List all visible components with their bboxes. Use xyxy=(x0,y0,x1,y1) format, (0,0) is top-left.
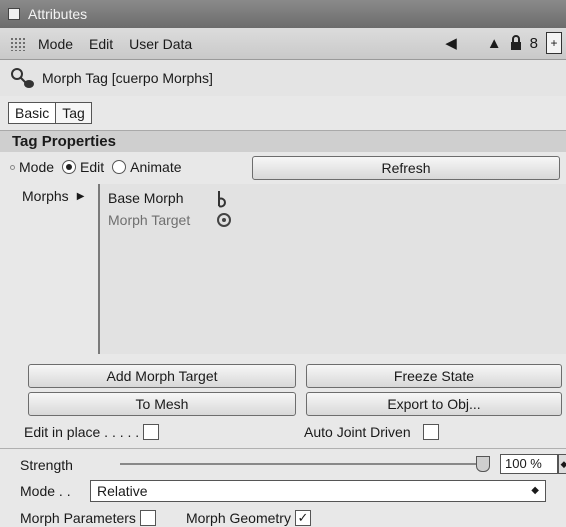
morph-item-label: Base Morph xyxy=(108,190,184,206)
morph-item-label: Morph Target xyxy=(108,212,191,228)
menu-edit[interactable]: Edit xyxy=(89,36,113,52)
strength-slider[interactable] xyxy=(120,463,480,465)
target-icon xyxy=(216,212,232,231)
back-arrow-icon[interactable]: ◀ xyxy=(445,32,457,54)
morph-geometry-checkbox[interactable]: ✓ xyxy=(294,510,311,526)
edit-in-place-row: Edit in place . . . . . xyxy=(24,424,160,440)
strength-slider-handle[interactable] xyxy=(476,456,490,472)
auto-joint-driven-checkbox[interactable] xyxy=(422,424,439,440)
up-arrow-icon[interactable]: ▲ xyxy=(487,32,502,54)
strength-row: Strength 100 % ◆ xyxy=(20,454,566,476)
auto-joint-driven-row: Auto Joint Driven xyxy=(304,424,439,440)
tab-tag[interactable]: Tag xyxy=(55,102,92,124)
morph-item-target[interactable]: Morph Target xyxy=(108,212,231,228)
window-titlebar: Attributes xyxy=(0,0,566,28)
edit-in-place-label: Edit in place . . . . . xyxy=(24,424,140,440)
to-mesh-button[interactable]: To Mesh xyxy=(28,392,296,416)
add-morph-target-button[interactable]: Add Morph Target xyxy=(28,364,296,388)
morph-tag-icon xyxy=(10,67,36,89)
morph-parameters-label: Morph Parameters xyxy=(20,510,136,526)
menu-bar: Mode Edit User Data ◀ ▲ 8 + xyxy=(0,28,566,60)
animate-radio-label[interactable]: Animate xyxy=(130,159,181,175)
strength-stepper-icon[interactable]: ◆ xyxy=(558,454,566,474)
object-header: Morph Tag [cuerpo Morphs] xyxy=(0,60,566,96)
mode-select[interactable]: Relative ◆ xyxy=(90,480,546,502)
freeze-state-button[interactable]: Freeze State xyxy=(306,364,562,388)
morph-params-row: Morph Parameters Morph Geometry ✓ xyxy=(20,508,566,527)
menu-mode[interactable]: Mode xyxy=(38,36,73,52)
new-window-icon[interactable]: + xyxy=(546,32,562,54)
morph-geometry-label: Morph Geometry xyxy=(185,510,291,526)
object-name: Morph Tag [cuerpo Morphs] xyxy=(42,70,213,86)
tab-basic[interactable]: Basic xyxy=(8,102,57,124)
grip-icon[interactable] xyxy=(10,36,26,51)
edit-radio[interactable] xyxy=(62,160,77,174)
strength-label: Strength xyxy=(20,457,73,473)
morph-item-base[interactable]: Base Morph xyxy=(108,190,226,208)
mode-select-value: Relative xyxy=(97,483,148,499)
morph-parameters-checkbox[interactable] xyxy=(139,510,156,526)
mode-select-row: Mode . . Relative ◆ xyxy=(20,480,566,502)
section-title: Tag Properties xyxy=(0,130,566,152)
divider xyxy=(0,448,566,449)
mode-label: Mode xyxy=(19,159,55,175)
export-to-obj-button[interactable]: Export to Obj... xyxy=(306,392,562,416)
tab-bar: Basic Tag xyxy=(8,102,92,124)
menu-user-data[interactable]: User Data xyxy=(129,36,192,52)
lock-icon[interactable] xyxy=(510,32,522,54)
animate-radio[interactable] xyxy=(112,160,127,174)
refresh-button[interactable]: Refresh xyxy=(252,156,560,180)
chevron-down-icon[interactable]: ◆ xyxy=(531,481,539,501)
base-morph-icon xyxy=(216,190,228,211)
strength-input[interactable]: 100 % xyxy=(500,454,558,474)
window-icon xyxy=(8,8,20,20)
morph-list[interactable]: Base Morph Morph Target xyxy=(98,184,566,354)
window-title: Attributes xyxy=(28,6,88,22)
mode-label-wrap: Mode xyxy=(10,159,54,175)
edit-radio-label[interactable]: Edit xyxy=(80,159,104,175)
expand-triangle-icon[interactable]: ▶ xyxy=(77,191,85,202)
mode-select-label: Mode . . xyxy=(20,483,71,499)
morphs-label-wrap: Morphs ▶ xyxy=(22,188,84,204)
edit-in-place-checkbox[interactable] xyxy=(143,424,160,440)
auto-joint-driven-label: Auto Joint Driven xyxy=(304,424,411,440)
animation-dot-icon[interactable] xyxy=(10,164,15,170)
link-icon[interactable]: 8 xyxy=(530,32,538,54)
morphs-label: Morphs xyxy=(22,188,69,204)
toolbar-icons: ◀ ▲ 8 + xyxy=(437,32,562,54)
